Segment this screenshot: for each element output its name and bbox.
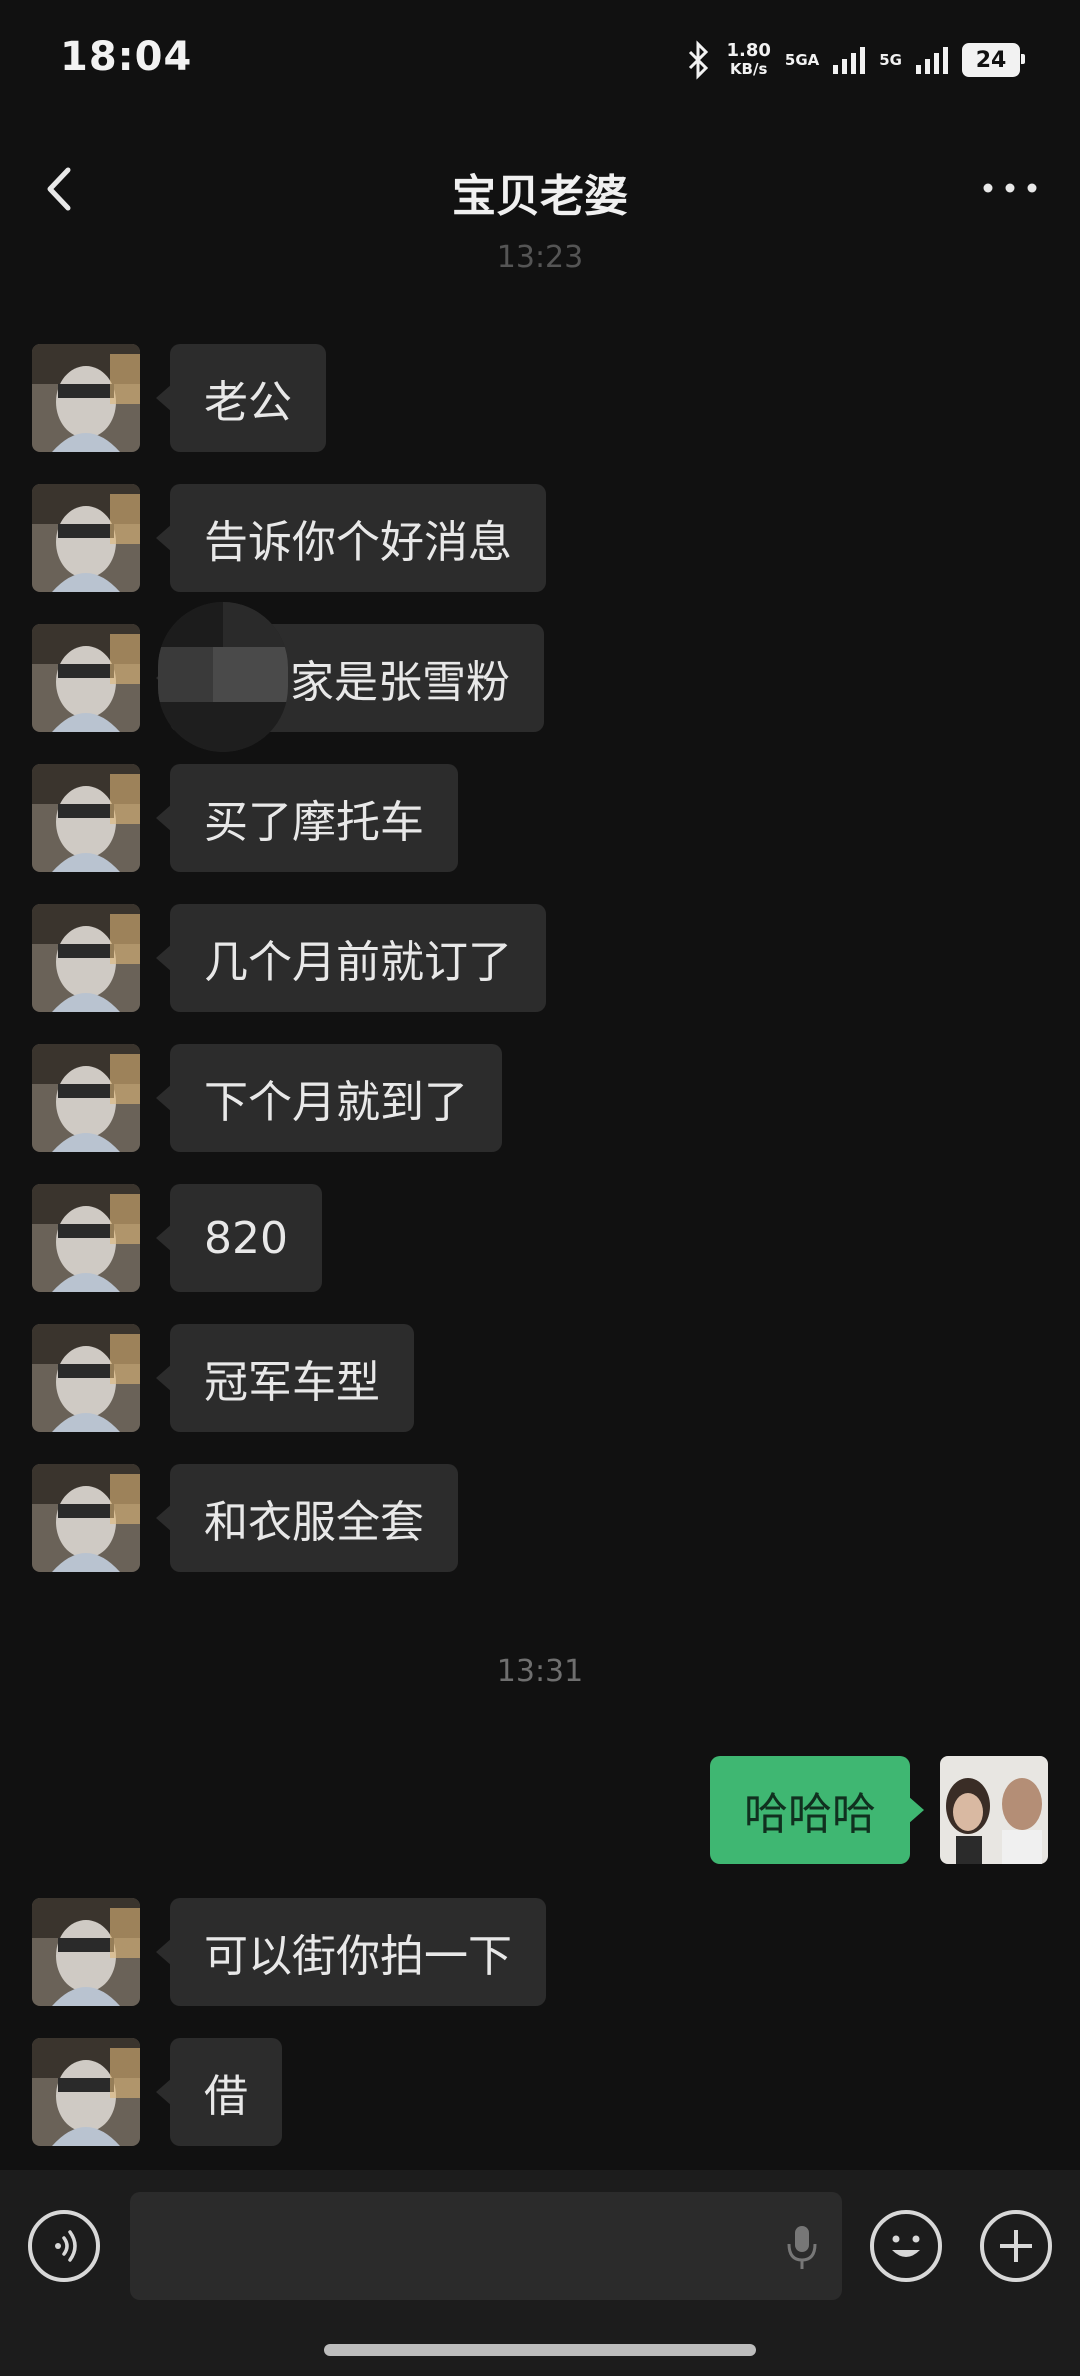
message-row-incoming: 可以街你拍一下 [0, 1898, 1080, 2006]
avatar[interactable] [32, 1324, 140, 1432]
network-label-2: 5G [879, 51, 902, 69]
avatar[interactable] [32, 484, 140, 592]
message-bubble[interactable]: 老公 [156, 344, 326, 452]
chat-title: 宝贝老婆 [452, 171, 628, 222]
avatar[interactable] [32, 1464, 140, 1572]
timestamp: 13:23 [496, 240, 584, 275]
message-row-outgoing: 哈哈哈 [0, 1756, 1080, 1864]
message-row-incoming: 820 [0, 1184, 1080, 1292]
message-row-incoming: 几个月前就订了 [0, 904, 1080, 1012]
more-dots-icon[interactable] [980, 168, 1040, 208]
avatar[interactable] [32, 344, 140, 452]
timestamp: 13:31 [496, 1654, 584, 1689]
avatar[interactable] [32, 904, 140, 1012]
message-row-incoming: 和衣服全套 [0, 1464, 1080, 1572]
network-label-1: 5GA [784, 51, 820, 69]
status-time: 18:04 [60, 34, 193, 80]
bluetooth-icon [689, 40, 709, 80]
message-row-incoming: 借 [0, 2038, 1080, 2146]
avatar[interactable] [940, 1756, 1048, 1864]
message-input[interactable] [130, 2192, 842, 2300]
message-bubble[interactable]: 下个月就到了 [156, 1044, 502, 1152]
voice-icon[interactable] [28, 2210, 100, 2282]
chat-header: 宝贝老婆 [0, 120, 1080, 260]
message-bubble[interactable]: 820 [156, 1184, 322, 1292]
message-bubble[interactable]: 买了摩托车 [156, 764, 458, 872]
message-bubble[interactable]: 冠军车型 [156, 1324, 414, 1432]
message-row-incoming: 下个月就到了 [0, 1044, 1080, 1152]
avatar[interactable] [32, 764, 140, 872]
emoji-icon[interactable] [870, 2210, 942, 2282]
signal-icon-2 [916, 46, 948, 74]
status-icons: 1.80 KB/s 5GA 5G 24 [686, 36, 1025, 84]
mosaic-redaction [158, 602, 288, 752]
avatar[interactable] [32, 1184, 140, 1292]
message-row-incoming: 告诉你个好消息 [0, 484, 1080, 592]
message-row-incoming: 买了摩托车 [0, 764, 1080, 872]
message-row-incoming: 冠军车型 [0, 1324, 1080, 1432]
home-indicator[interactable] [324, 2344, 756, 2356]
net-speed: 1.80 KB/s [726, 40, 771, 79]
message-bubble[interactable]: 哈哈哈 [710, 1756, 924, 1864]
signal-icon-1 [833, 46, 866, 74]
message-row-incoming: 老公 [0, 344, 1080, 452]
status-bar: 18:04 1.80 KB/s 5GA 5G 24 [0, 0, 1080, 120]
message-bubble[interactable]: 借 [156, 2038, 282, 2146]
message-bubble[interactable]: 告诉你个好消息 [156, 484, 546, 592]
plus-icon[interactable] [980, 2210, 1052, 2282]
avatar[interactable] [32, 1898, 140, 2006]
avatar[interactable] [32, 1044, 140, 1152]
mic-icon[interactable] [782, 2222, 822, 2272]
message-bubble[interactable]: 和衣服全套 [156, 1464, 458, 1572]
avatar[interactable] [32, 2038, 140, 2146]
battery-icon: 24 [962, 43, 1025, 77]
avatar[interactable] [32, 624, 140, 732]
message-bubble[interactable]: 几个月前就订了 [156, 904, 546, 1012]
message-bubble[interactable]: 可以街你拍一下 [156, 1898, 546, 2006]
